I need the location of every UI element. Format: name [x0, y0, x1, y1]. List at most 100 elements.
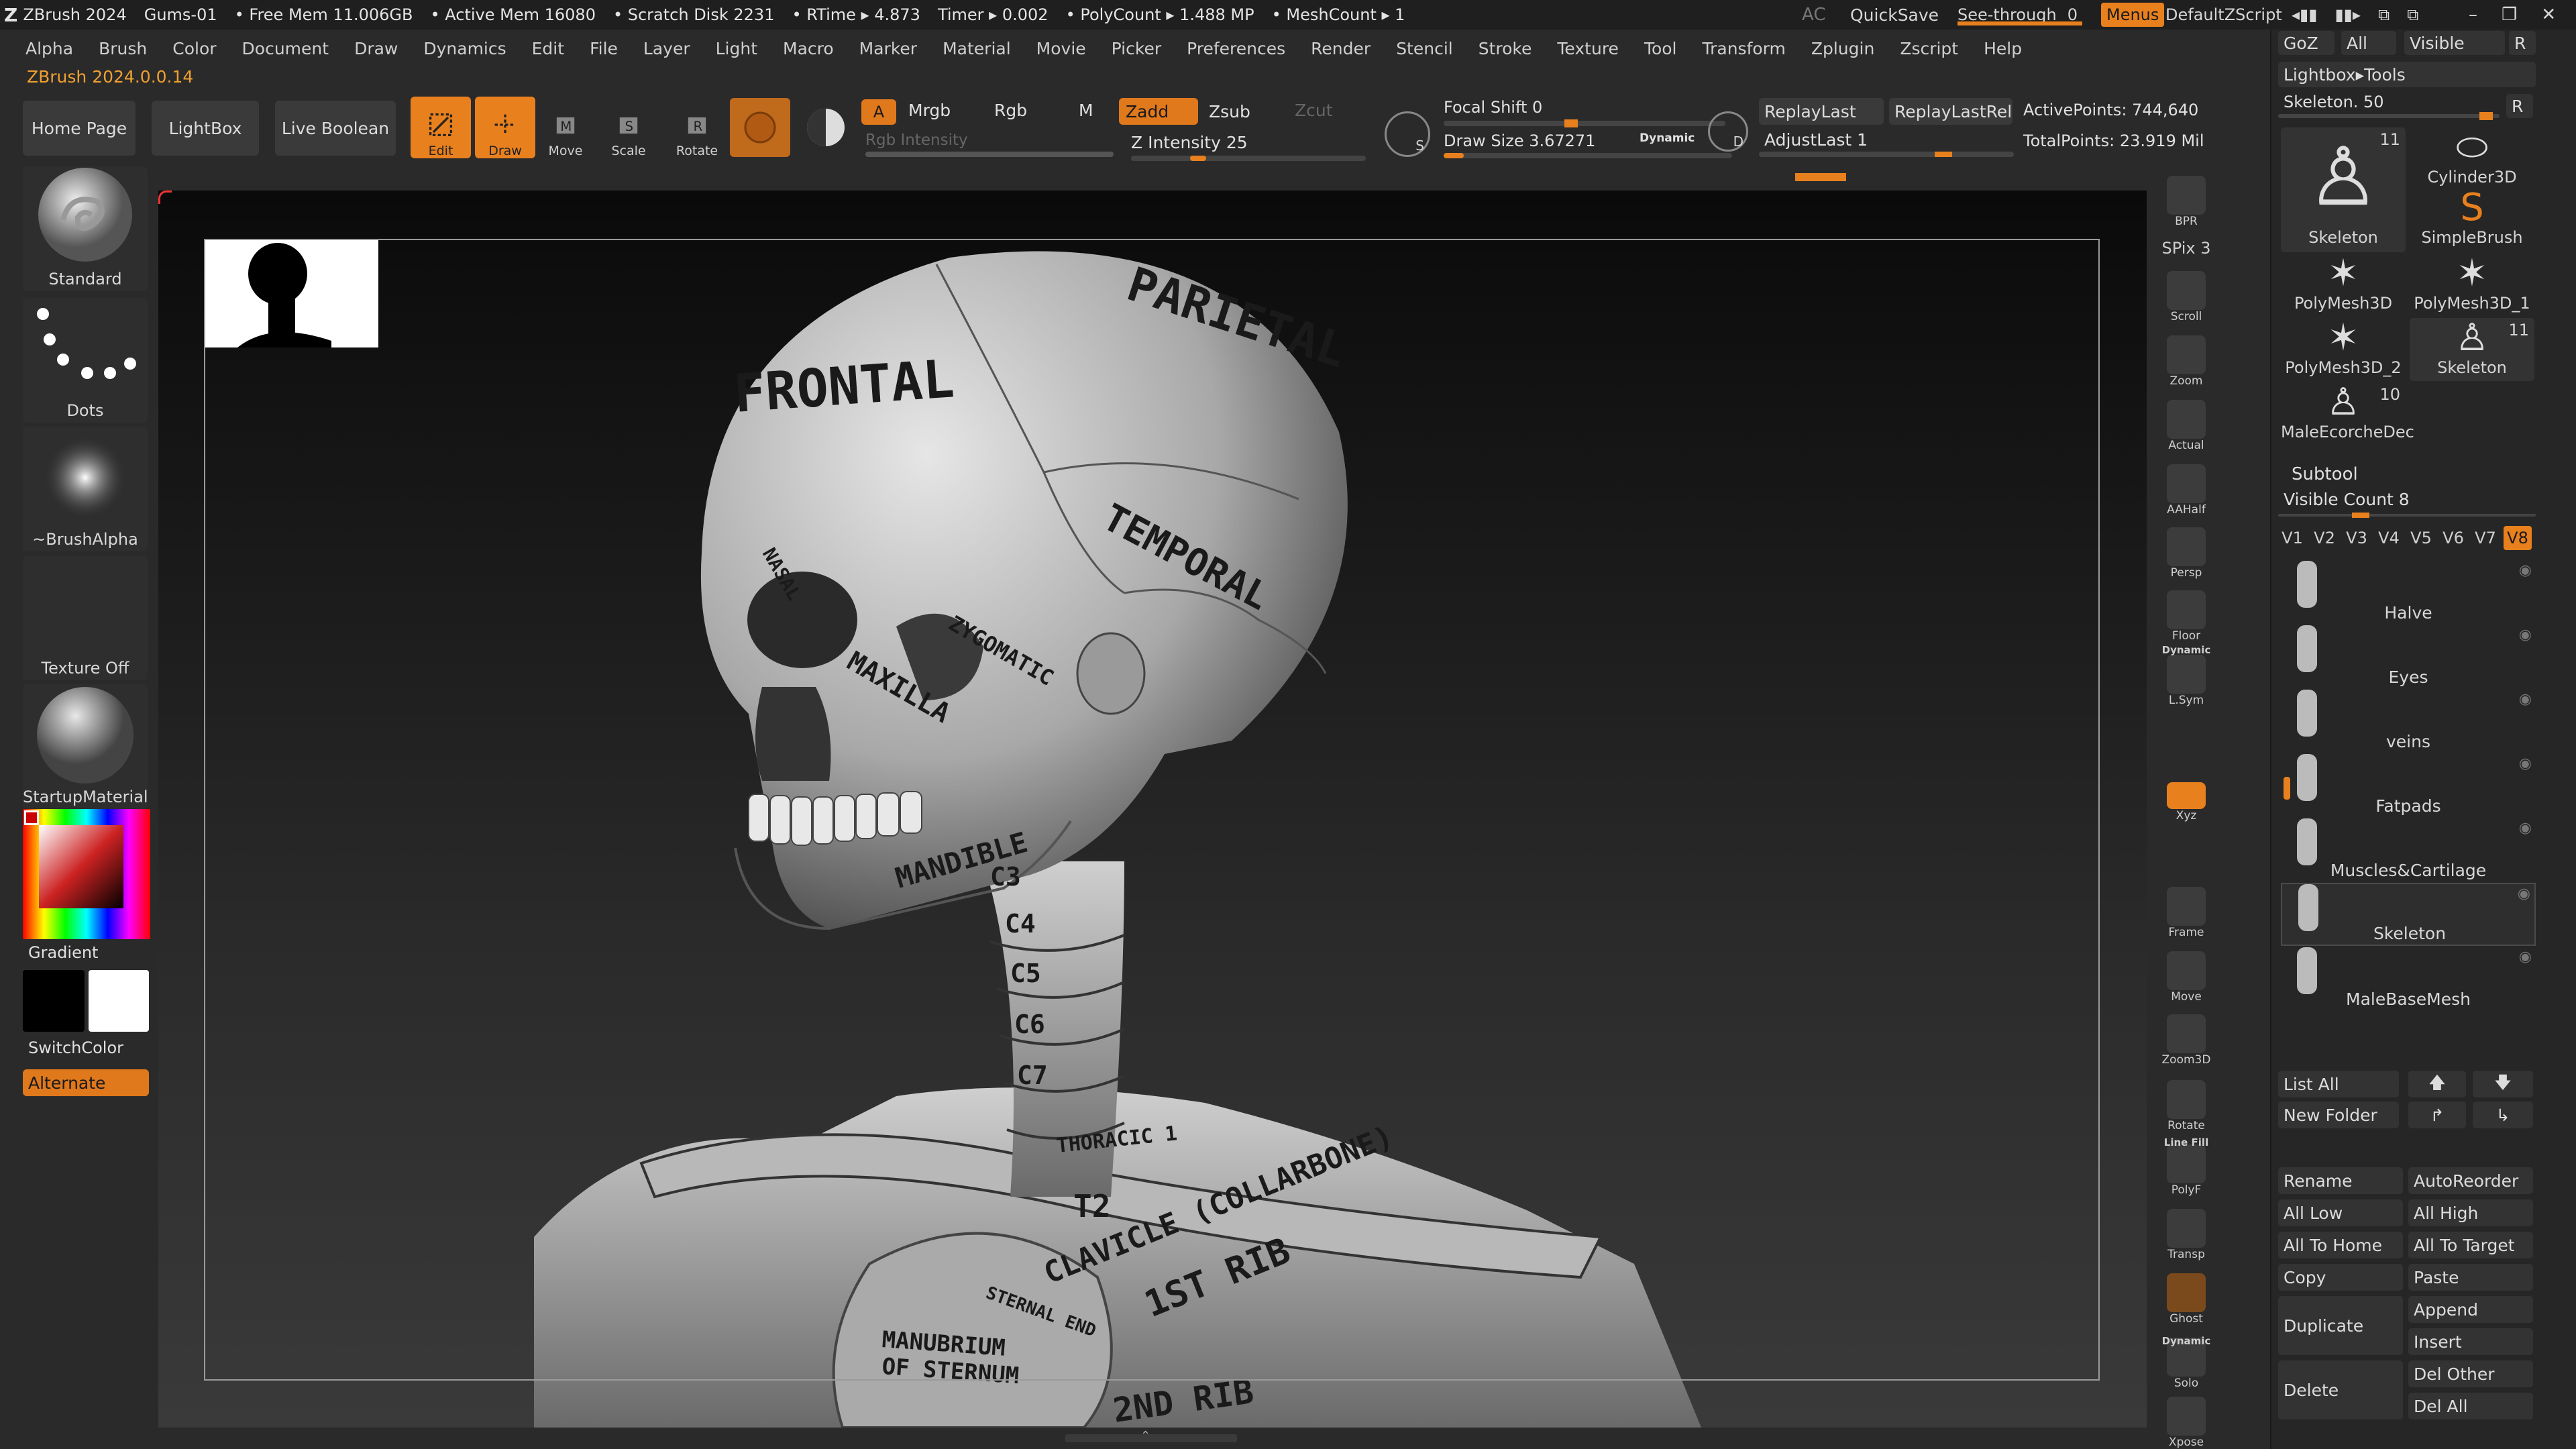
shelf-zoom3d-button[interactable]: Zoom3D: [2156, 1014, 2216, 1067]
menu-alpha[interactable]: Alpha: [25, 39, 73, 58]
shelf-actual-button[interactable]: Actual: [2156, 400, 2216, 452]
bottom-tray-handle[interactable]: ⌃: [1065, 1429, 1237, 1443]
scale-tool-button[interactable]: S Scale: [598, 97, 659, 158]
shelf-aahalf-button[interactable]: AAHalf: [2156, 464, 2216, 517]
rgb-toggle[interactable]: Rgb: [994, 101, 1027, 120]
home-page-button[interactable]: Home Page: [23, 101, 136, 156]
visibility-eye-icon[interactable]: ◉: [2519, 755, 2532, 772]
move-out-button[interactable]: ↳: [2473, 1102, 2533, 1128]
secondary-color-swatch[interactable]: [89, 970, 149, 1032]
menu-color[interactable]: Color: [172, 39, 216, 58]
version-v4-button[interactable]: V4: [2375, 526, 2403, 550]
rotate-tool-button[interactable]: R Rotate: [667, 97, 727, 158]
arrow-up-button[interactable]: 🡅: [2408, 1071, 2466, 1097]
replaylast-button[interactable]: ReplayLast: [1759, 98, 1884, 125]
list-all-button[interactable]: List All: [2278, 1071, 2399, 1097]
main-color-swatch[interactable]: [23, 970, 85, 1032]
seethrough-slider[interactable]: See-through 0: [1957, 0, 2082, 30]
move-tool-button[interactable]: M Move: [535, 97, 596, 158]
shelf-floor-button[interactable]: Floor: [2156, 590, 2216, 643]
goz-all-button[interactable]: All: [2341, 31, 2396, 55]
duplicate-button[interactable]: Duplicate: [2278, 1296, 2403, 1355]
visibility-eye-icon[interactable]: ◉: [2519, 820, 2532, 837]
tool-thumb-maleecorchedec[interactable]: ♙ MaleEcorcheDec 10: [2281, 382, 2414, 445]
menu-preferences[interactable]: Preferences: [1187, 39, 1285, 58]
subtool-halve[interactable]: ◉ Halve: [2281, 561, 2536, 624]
menu-light[interactable]: Light: [716, 39, 757, 58]
menu-transform[interactable]: Transform: [1703, 39, 1786, 58]
visibility-eye-icon[interactable]: ◉: [2519, 691, 2532, 708]
tool-thumb-cylinder3d[interactable]: ⬭ Cylinder3D: [2410, 127, 2534, 191]
z-intensity-slider[interactable]: [1131, 156, 1366, 161]
save-window-icon[interactable]: ⧉: [2407, 5, 2418, 24]
d-dial-button[interactable]: D: [1708, 111, 1748, 152]
del-other-button[interactable]: Del Other: [2408, 1360, 2533, 1387]
delete-button[interactable]: Delete: [2278, 1360, 2403, 1419]
subtool-scrollbar[interactable]: [2284, 777, 2290, 800]
zcut-toggle[interactable]: Zcut: [1295, 101, 1333, 120]
menu-stroke[interactable]: Stroke: [1479, 39, 1532, 58]
s-dial-button[interactable]: S: [1385, 111, 1430, 157]
menu-texture[interactable]: Texture: [1557, 39, 1619, 58]
all-high-button[interactable]: All High: [2408, 1199, 2533, 1226]
all-low-button[interactable]: All Low: [2278, 1199, 2403, 1226]
menu-dynamics[interactable]: Dynamics: [423, 39, 506, 58]
menu-help[interactable]: Help: [1984, 39, 2022, 58]
texture-button[interactable]: Texture Off: [23, 555, 148, 680]
shelf-zoom-button[interactable]: Zoom: [2156, 335, 2216, 388]
menu-layer[interactable]: Layer: [643, 39, 690, 58]
menu-zplugin[interactable]: Zplugin: [1811, 39, 1874, 58]
menu-material[interactable]: Material: [943, 39, 1011, 58]
shelf-rotate-button[interactable]: Rotate: [2156, 1080, 2216, 1132]
append-button[interactable]: Append: [2408, 1296, 2533, 1323]
edit-tool-button[interactable]: Edit: [411, 97, 471, 158]
visibility-eye-icon[interactable]: ◉: [2519, 562, 2532, 579]
version-v1-button[interactable]: V1: [2278, 526, 2306, 550]
default-zscript[interactable]: DefaultZScript: [2165, 5, 2282, 24]
menu-picker[interactable]: Picker: [1112, 39, 1161, 58]
tool-thumb-polymesh3d-1[interactable]: ✶ PolyMesh3D_1: [2410, 254, 2534, 317]
version-v6-button[interactable]: V6: [2439, 526, 2467, 550]
lightbox-tools-button[interactable]: Lightbox▸Tools: [2278, 62, 2536, 87]
menu-tool[interactable]: Tool: [1644, 39, 1677, 58]
dynamic-label[interactable]: Dynamic: [1640, 131, 1695, 145]
menu-file[interactable]: File: [590, 39, 618, 58]
draw-tool-button[interactable]: Draw: [475, 97, 535, 158]
dots-stroke-button[interactable]: Dots: [23, 298, 148, 423]
layout-right-icon[interactable]: ▮▮▸: [2334, 5, 2360, 24]
alpha-button[interactable]: ~BrushAlpha: [23, 427, 148, 551]
all-to-target-button[interactable]: All To Target: [2408, 1232, 2533, 1258]
material-button[interactable]: StartupMaterial: [23, 684, 148, 809]
m-toggle[interactable]: M: [1079, 101, 1093, 120]
replaylastrel-button[interactable]: ReplayLastRel: [1889, 98, 2012, 125]
draw-size-slider[interactable]: [1444, 153, 1732, 158]
arrow-down-button[interactable]: 🡇: [2473, 1071, 2533, 1097]
shelf-bpr-button[interactable]: BPR: [2156, 176, 2216, 228]
switchcolor-button[interactable]: SwitchColor: [28, 1038, 123, 1057]
alternate-button[interactable]: Alternate: [23, 1069, 149, 1096]
shelf-frame-button[interactable]: Frame: [2156, 887, 2216, 939]
menu-edit[interactable]: Edit: [532, 39, 564, 58]
goz-r-button[interactable]: R: [2509, 31, 2536, 55]
subtool-eyes[interactable]: ◉ Eyes: [2281, 625, 2536, 688]
subtool-veins[interactable]: ◉ veins: [2281, 690, 2536, 753]
tool-thumb-polymesh3d[interactable]: ✶ PolyMesh3D: [2281, 254, 2406, 317]
visibility-eye-icon[interactable]: ◉: [2519, 627, 2532, 643]
menu-render[interactable]: Render: [1311, 39, 1371, 58]
quicksave-button[interactable]: QuickSave: [1850, 5, 1939, 25]
subtool-fatpads[interactable]: ◉ Fatpads: [2281, 754, 2536, 817]
visibility-eye-icon[interactable]: ◉: [2518, 885, 2530, 902]
menu-marker[interactable]: Marker: [859, 39, 917, 58]
menu-brush[interactable]: Brush: [99, 39, 147, 58]
standard-brush-button[interactable]: Standard: [23, 166, 148, 291]
a-toggle[interactable]: A: [861, 99, 896, 125]
goz-button[interactable]: GoZ: [2278, 31, 2334, 55]
tool-thumb-skeleton[interactable]: ♙ Skeleton 11: [2410, 318, 2534, 381]
copy-window-icon[interactable]: ⧉: [2378, 5, 2390, 24]
tool-thumb-simplebrush[interactable]: S SimpleBrush: [2410, 188, 2534, 251]
shelf-polyf-button[interactable]: PolyF: [2156, 1144, 2216, 1197]
tool-thumb-polymesh3d-2[interactable]: ✶ PolyMesh3D_2: [2281, 318, 2406, 381]
version-v5-button[interactable]: V5: [2407, 526, 2435, 550]
ac-label[interactable]: AC: [1802, 5, 1825, 25]
focal-shift-slider[interactable]: [1444, 119, 1725, 127]
